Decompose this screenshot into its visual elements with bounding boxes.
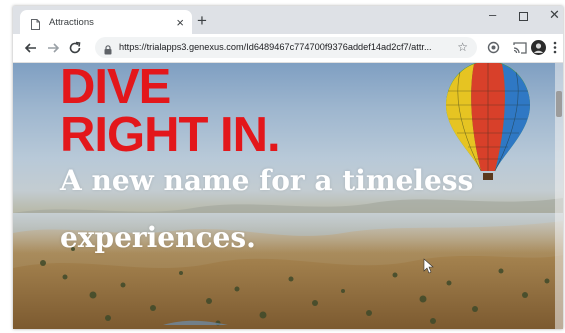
hot-air-balloon (446, 63, 530, 180)
close-icon[interactable]: × (176, 16, 184, 29)
scrollbar-thumb[interactable] (556, 91, 562, 117)
headline-line-2: RIGHT IN. (60, 108, 281, 162)
tab-title: Attractions (49, 16, 94, 28)
page-viewport: DIVE RIGHT IN. A new name for a timeless… (13, 63, 563, 329)
lock-icon[interactable] (104, 42, 112, 60)
more-menu-icon[interactable] (553, 41, 557, 59)
profile-avatar-icon[interactable] (531, 40, 546, 60)
page-icon (31, 17, 40, 30)
plus-icon[interactable]: + (197, 12, 207, 29)
url-text[interactable]: https://trialapps3.genexus.com/Id6489467… (119, 37, 449, 58)
tagline-line-2: experiences. (60, 221, 256, 254)
browser-toolbar: https://trialapps3.genexus.com/Id6489467… (13, 34, 563, 63)
tagline-line-1: A new name for a timeless (60, 164, 474, 197)
tab-strip: Attractions × + – ✕ (13, 6, 563, 34)
cast-icon[interactable] (513, 41, 527, 59)
back-arrow-icon[interactable] (24, 41, 38, 55)
star-icon[interactable]: ☆ (457, 40, 468, 55)
minimize-icon[interactable]: – (489, 8, 496, 21)
window-close-icon[interactable]: ✕ (549, 8, 560, 21)
maximize-icon[interactable] (519, 10, 528, 23)
vertical-scrollbar[interactable] (555, 63, 563, 329)
tab-attractions[interactable]: Attractions × (20, 10, 192, 34)
browser-window: Attractions × + – ✕ https://trialapps3.g… (13, 6, 563, 329)
extension-icon[interactable] (487, 41, 500, 59)
reload-icon[interactable] (68, 41, 82, 55)
address-bar[interactable]: https://trialapps3.genexus.com/Id6489467… (95, 37, 477, 58)
headline-line-1: DIVE (60, 63, 171, 114)
forward-arrow-icon[interactable] (46, 41, 60, 55)
